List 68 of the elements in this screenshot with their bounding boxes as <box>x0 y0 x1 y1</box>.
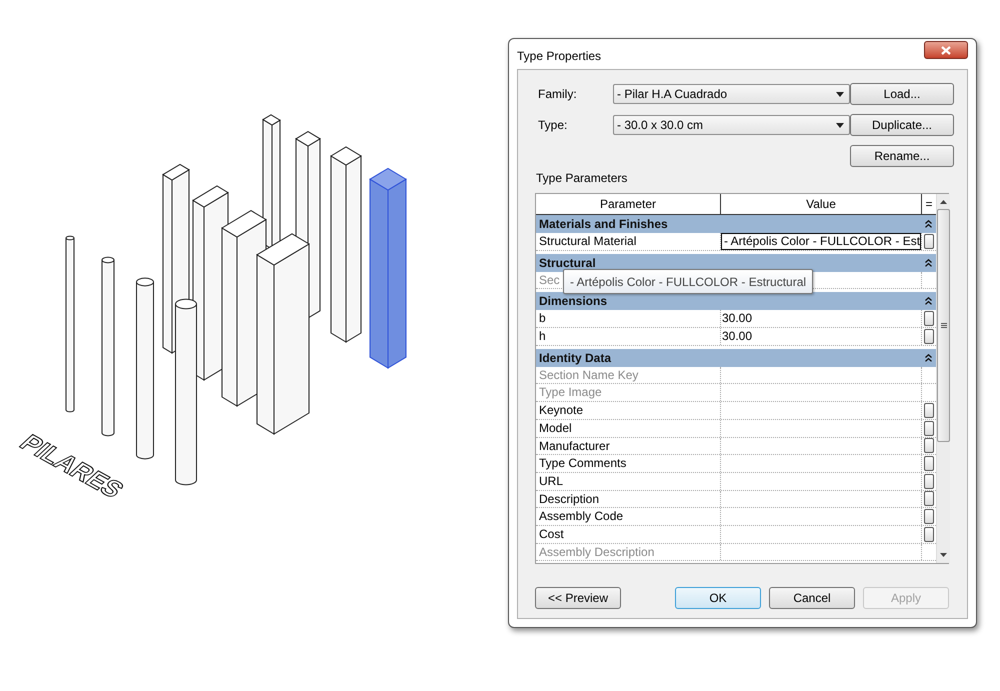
square-column[interactable] <box>256 233 310 435</box>
scrollbar[interactable] <box>936 194 950 563</box>
parameter-name: Manufacturer <box>536 438 721 454</box>
parameter-name: URL <box>536 472 721 490</box>
tooltip: - Artépolis Color - FULLCOLOR - Estructural <box>563 269 814 294</box>
parameter-name: Type Image <box>536 384 721 402</box>
parameter-value[interactable]: - Artépolis Color - FULLCOLOR - Est <box>721 232 922 250</box>
family-dropdown[interactable]: - Pilar H.A Cuadrado <box>613 84 850 104</box>
formula-button[interactable] <box>924 328 934 344</box>
type-label: Type: <box>538 117 568 134</box>
dialog-button[interactable]: OK <box>675 587 761 609</box>
parameter-name: Structural Material <box>536 233 721 250</box>
column-header[interactable]: Parameter <box>536 194 721 214</box>
formula-button[interactable] <box>924 456 934 472</box>
dropdown-arrow-icon <box>836 92 844 96</box>
collapse-icon[interactable] <box>925 220 932 228</box>
formula-button[interactable] <box>924 402 934 418</box>
square-column[interactable] <box>369 168 407 369</box>
group-header[interactable]: Structural <box>536 254 936 272</box>
round-column[interactable] <box>66 236 74 412</box>
close-icon <box>941 46 951 54</box>
type-dropdown[interactable]: - 30.0 x 30.0 cm <box>613 115 850 135</box>
collapse-icon[interactable] <box>925 258 932 267</box>
parameter-name: Section Name Key <box>536 366 721 384</box>
scrollbar-thumb[interactable] <box>937 209 950 442</box>
square-column[interactable] <box>330 146 362 343</box>
dialog-button[interactable]: Cancel <box>769 587 855 609</box>
formula-button[interactable] <box>924 420 934 436</box>
round-column[interactable] <box>175 298 197 486</box>
action-button[interactable]: Load... <box>850 83 954 105</box>
formula-button[interactable] <box>924 474 934 489</box>
round-column[interactable] <box>136 278 154 460</box>
formula-button[interactable] <box>924 438 934 454</box>
formula-button[interactable] <box>924 509 934 524</box>
formula-button[interactable] <box>924 311 934 326</box>
grip-icon <box>940 323 946 328</box>
parameter-name: b <box>536 310 721 328</box>
parameter-name: Model <box>536 420 721 436</box>
dropdown-arrow-icon <box>836 122 844 128</box>
column-header[interactable]: = <box>922 194 936 214</box>
group-header[interactable]: Identity Data <box>536 348 936 367</box>
formula-button[interactable] <box>924 234 934 249</box>
collapse-icon[interactable] <box>925 354 932 362</box>
parameter-name: Description <box>536 490 721 508</box>
parameter-name: h <box>536 328 721 345</box>
parameter-name: Assembly Code <box>536 508 721 525</box>
square-column[interactable] <box>262 114 281 250</box>
action-button[interactable]: Duplicate... <box>850 114 954 136</box>
formula-button[interactable] <box>924 491 934 506</box>
scroll-up-icon[interactable] <box>940 200 947 204</box>
parameter-name: Keynote <box>536 402 721 419</box>
family-label: Family: <box>538 86 578 103</box>
parameter-name: Cost <box>536 526 721 543</box>
formula-button[interactable] <box>924 526 934 542</box>
group-header[interactable]: Materials and Finishes <box>536 215 936 233</box>
parameter-name: Type Comments <box>536 455 721 472</box>
section-label: Type Parameters <box>536 170 628 187</box>
dialog-button[interactable]: << Preview <box>535 587 621 609</box>
scroll-down-icon[interactable] <box>940 553 947 557</box>
collapse-icon[interactable] <box>925 297 932 306</box>
group-header[interactable]: Dimensions <box>536 292 936 310</box>
close-button[interactable] <box>924 41 968 59</box>
parameter-name: Assembly Description <box>536 544 721 560</box>
column-header[interactable]: Value <box>721 194 922 214</box>
window-title: Type Properties <box>517 48 602 65</box>
action-button[interactable]: Rename... <box>850 145 954 167</box>
parameter-value[interactable]: 30.00 <box>721 311 921 326</box>
parameter-value[interactable]: 30.00 <box>721 328 921 344</box>
